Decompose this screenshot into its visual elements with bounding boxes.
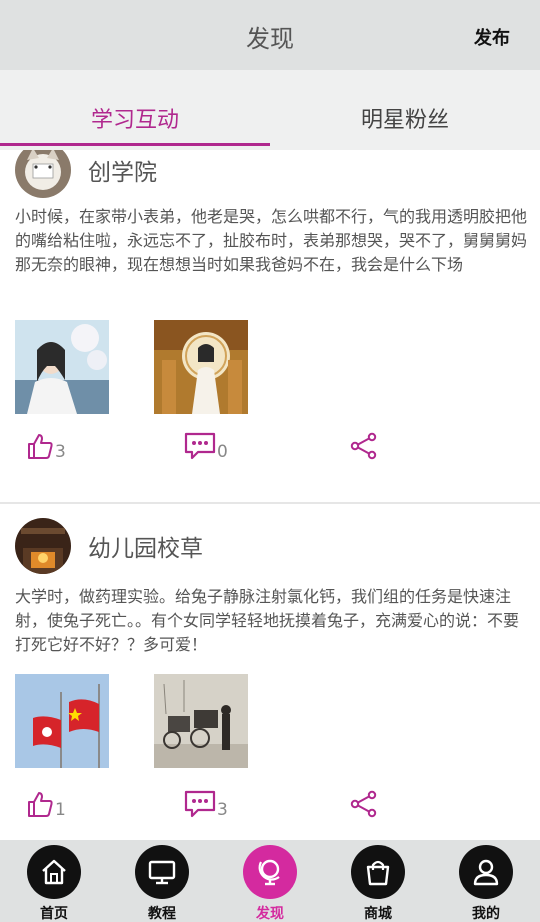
like-count: 3 xyxy=(55,442,66,462)
comment-button[interactable]: 0 xyxy=(184,432,228,464)
thumbs-up-icon xyxy=(26,432,54,464)
post-actions: 1 3 xyxy=(0,790,540,830)
comment-count: 3 xyxy=(217,800,228,820)
page-title: 发现 xyxy=(246,25,294,53)
shopping-bag-icon xyxy=(351,845,405,899)
user-icon xyxy=(459,845,513,899)
post-image[interactable] xyxy=(15,674,109,768)
nav-item-home[interactable]: 首页 xyxy=(0,840,108,922)
share-button[interactable] xyxy=(350,790,378,822)
share-button[interactable] xyxy=(350,432,378,464)
post-content: 小时候，在家带小表弟，他老是哭，怎么哄都不行，气的我用透明胶把他的嘴给粘住啦，永… xyxy=(15,207,528,274)
avatar[interactable] xyxy=(15,150,71,198)
author-name: 创学院 xyxy=(88,160,157,186)
tab-star-fans[interactable]: 明星粉丝 xyxy=(270,70,540,150)
post-image[interactable] xyxy=(154,320,248,414)
nav-item-tutorial[interactable]: 教程 xyxy=(108,840,216,922)
nav-label-discover: 发现 xyxy=(256,906,284,922)
thumbs-up-icon xyxy=(26,790,54,822)
tab-bar: 学习互动 明星粉丝 xyxy=(0,70,540,150)
comment-button[interactable]: 3 xyxy=(184,790,228,822)
like-button[interactable]: 3 xyxy=(26,432,66,464)
home-icon xyxy=(27,845,81,899)
post-feed[interactable]: 创学院 小时候，在家带小表弟，他老是哭，怎么哄都不行，气的我用透明胶把他的嘴给粘… xyxy=(0,150,540,840)
nav-label-mine: 我的 xyxy=(472,906,500,922)
nav-label-tutorial: 教程 xyxy=(148,906,176,922)
share-icon xyxy=(350,790,378,822)
comment-count: 0 xyxy=(217,442,228,462)
nav-label-mall: 商城 xyxy=(364,906,392,922)
post-actions: 3 0 xyxy=(0,432,540,472)
nav-item-mine[interactable]: 我的 xyxy=(432,840,540,922)
post-author[interactable]: 幼儿园校草 xyxy=(15,518,203,574)
monitor-icon xyxy=(135,845,189,899)
bottom-nav: 首页 教程 发现 商城 我的 xyxy=(0,840,540,922)
post-image[interactable] xyxy=(154,674,248,768)
publish-button[interactable]: 发布 xyxy=(474,24,510,50)
avatar[interactable] xyxy=(15,518,71,574)
post-content: 大学时，做药理实验。给兔子静脉注射氯化钙，我们组的任务是快速注射，使兔子死亡。。… xyxy=(15,587,520,654)
nav-item-discover[interactable]: 发现 xyxy=(216,840,324,922)
comment-icon xyxy=(184,432,216,464)
top-header: 发现 发布 xyxy=(0,0,540,70)
post-card: 幼儿园校草 大学时，做药理实验。给兔子静脉注射氯化钙，我们组的任务是快速注射，使… xyxy=(0,510,540,840)
nav-item-mall[interactable]: 商城 xyxy=(324,840,432,922)
comment-icon xyxy=(184,790,216,822)
post-author[interactable]: 创学院 xyxy=(15,150,157,198)
tab-study-interaction[interactable]: 学习互动 xyxy=(0,70,270,150)
globe-icon xyxy=(243,845,297,899)
nav-label-home: 首页 xyxy=(40,906,68,922)
author-name: 幼儿园校草 xyxy=(88,536,203,562)
like-button[interactable]: 1 xyxy=(26,790,66,822)
like-count: 1 xyxy=(55,800,66,820)
share-icon xyxy=(350,432,378,464)
post-divider xyxy=(0,502,540,504)
post-image[interactable] xyxy=(15,320,109,414)
